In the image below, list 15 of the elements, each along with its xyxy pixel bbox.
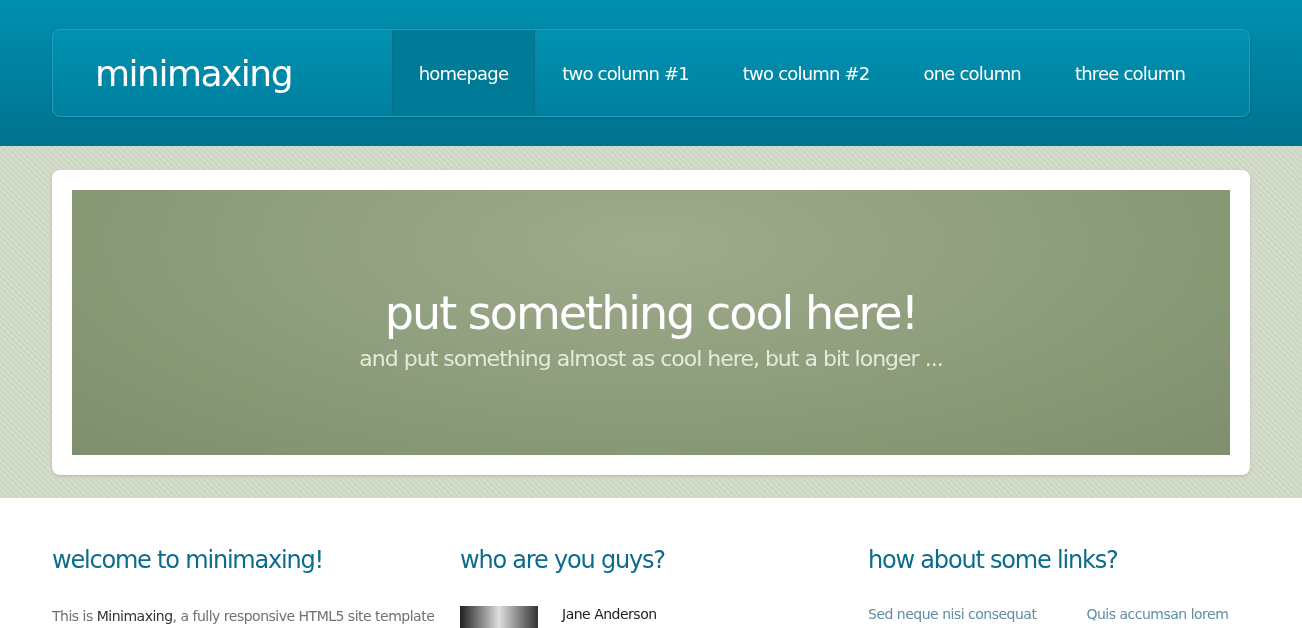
section-heading: how about some links? xyxy=(868,546,1119,574)
nav-link[interactable]: three column xyxy=(1048,30,1212,116)
person-name: Jane Anderson xyxy=(562,606,657,624)
banner-title: put something cool here! xyxy=(384,286,918,340)
link[interactable]: Quis accumsan lorem xyxy=(1086,606,1229,622)
section-heading: welcome to minimaxing! xyxy=(52,546,324,574)
nav-link[interactable]: two column #1 xyxy=(535,30,716,116)
nav-link[interactable]: homepage xyxy=(391,30,536,116)
nav-link[interactable]: one column xyxy=(896,30,1048,116)
site-logo[interactable]: minimaxing xyxy=(53,30,392,116)
section-heading: who are you guys? xyxy=(460,546,666,574)
banner-subtitle: and put something almost as cool here, but a bit longer ... xyxy=(359,346,943,371)
link[interactable]: Sed neque nisi consequat xyxy=(868,606,1037,622)
intro-paragraph: This is Minimaxing, a fully responsive HTML5 site template xyxy=(52,608,435,624)
nav-link[interactable]: two column #2 xyxy=(715,30,897,116)
